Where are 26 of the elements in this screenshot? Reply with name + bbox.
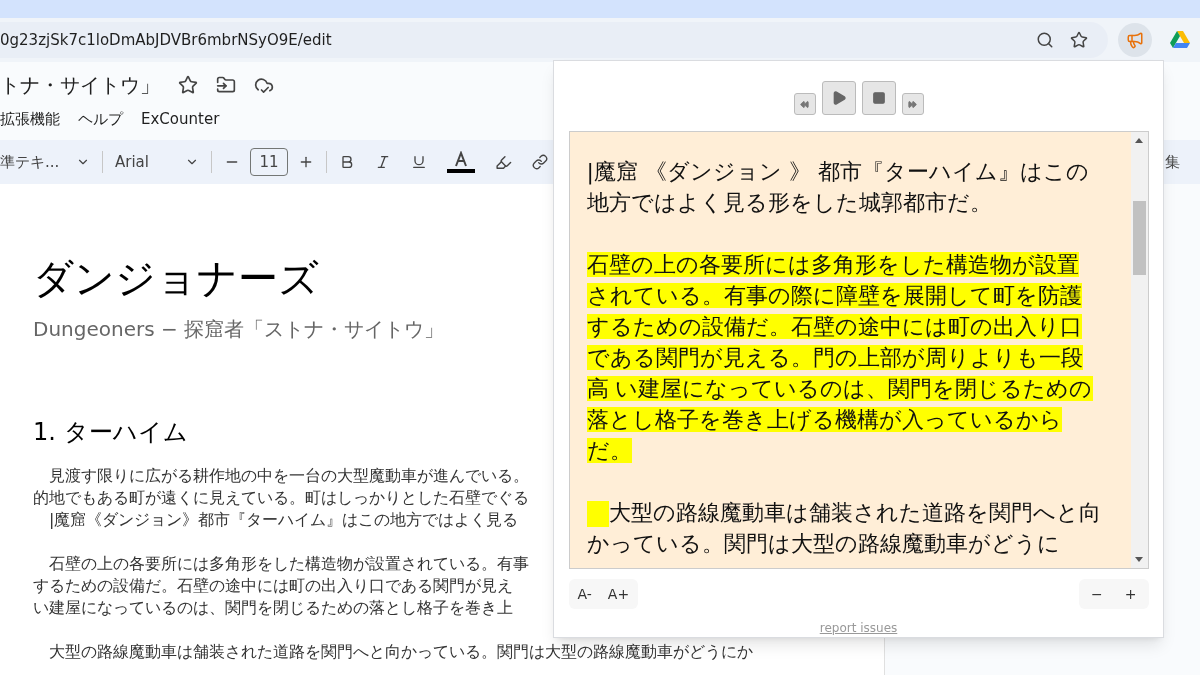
font-size-button[interactable]: A+ xyxy=(600,581,637,607)
reader-paragraph: 大型の路線魔動車は舗装された道路を関門へと向かっている。関門は大型の路線魔動車がどうに xyxy=(586,499,1101,558)
menu-item[interactable]: ヘルプ xyxy=(78,108,123,131)
reader-paragraph: 石壁の上の各要所には多角形をした構造物が設置されている。有事の際に障壁を展開して町を防護するための設備だ。石壁の途中には町の出入り口である関門が見える。門の上部が周りよりも一段高 い建屋になっているのは、関門を閉じるための落とし格子を巻き上げる機構が入っているからだ。 xyxy=(586,251,1094,465)
body-text-line: 石壁の上の各要所には多角形をした構造物が設置されている。有事 xyxy=(48,553,529,575)
section-heading: 1. ターハイム xyxy=(33,417,188,448)
font-dropdown[interactable]: Arial xyxy=(115,150,185,174)
reader-paragraph: |魔窟 《ダンジョン 》 都市『ターハイム』はこの地方ではよく見る形をした城郭都市だ。 xyxy=(586,158,1090,217)
url-text[interactable]: 0g23zjSk7c1loDmAbJDVBr6mbrNSyO9E/edit xyxy=(0,28,332,52)
font-size-field[interactable]: 11 xyxy=(250,148,288,176)
body-text-line: 大型の路線魔動車は舗装された道路を関門へと向かっている。関門は大型の路線魔動車がどうにか xyxy=(48,641,753,663)
document-subtitle: Dungeoners − 探窟者「ストナ・サイトウ」 xyxy=(33,316,445,343)
body-text-line: |魔窟《ダンジョン》都市『ターハイム』はこの地方ではよく見る xyxy=(48,509,519,531)
body-text-line: い建屋になっているのは、関門を閉じるための落とし格子を巻き上 xyxy=(33,597,513,619)
toolbar-label[interactable]: 集 xyxy=(1165,150,1180,174)
document-heading: ダンジョナーズ xyxy=(33,254,319,302)
document-title[interactable]: トナ・サイトウ」 xyxy=(0,70,160,100)
zoom-button[interactable]: + xyxy=(1114,581,1147,607)
style-dropdown[interactable]: 準テキ... xyxy=(0,150,70,174)
body-text-line: するための設備だ。石壁の途中には町の出入り口である関門が見え xyxy=(33,575,513,597)
zoom-button[interactable]: − xyxy=(1081,581,1113,607)
font-size-button[interactable]: A- xyxy=(570,581,599,607)
menu-item[interactable]: ExCounter xyxy=(141,108,220,131)
body-text-line: 的地でもある町が遠くに見えている。町はしっかりとした石壁でぐる xyxy=(33,487,529,509)
body-text-line: 見渡す限りに広がる耕作地の中を一台の大型魔動車が進んでいる。 xyxy=(48,465,529,487)
menu-item[interactable]: 拡張機能 xyxy=(0,108,60,131)
